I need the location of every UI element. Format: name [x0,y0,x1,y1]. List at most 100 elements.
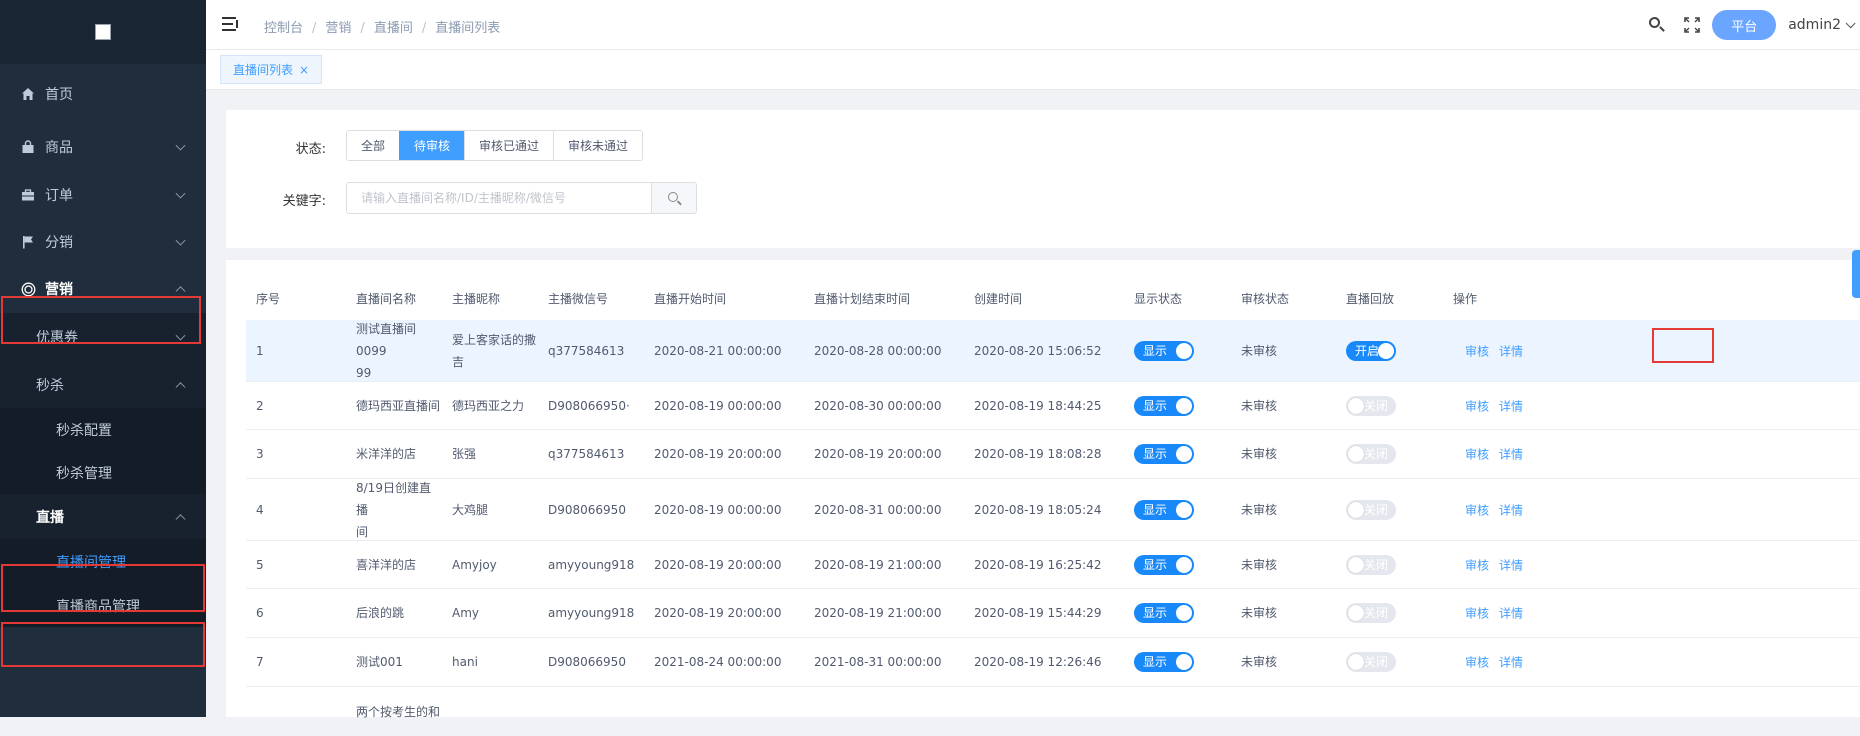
sidebar-item-seckill-manage[interactable]: 秒杀管理 [0,451,206,494]
column-header-actions: 操作 [1453,292,1478,306]
chevron-down-icon[interactable] [1845,17,1856,28]
search-button[interactable] [651,182,697,214]
replay-switch[interactable]: 关闭 [1346,499,1396,520]
switch-label: 显示 [1143,447,1168,461]
chevron-down-icon [175,188,186,199]
review-link[interactable]: 审核 [1465,654,1489,671]
breadcrumb-item[interactable]: 控制台 [264,21,303,36]
cell-index: 3 [256,447,264,461]
review-link[interactable]: 审核 [1465,446,1489,463]
table-header: 序号 直播间名称 主播昵称 主播微信号 直播开始时间 直播计划结束时间 创建时间 显示状态 审核… [246,270,1860,320]
replay-switch[interactable]: 关闭 [1346,603,1396,623]
sidebar-item-home[interactable]: 首页 [0,64,206,123]
chevron-down-icon [175,235,186,246]
status-option-all[interactable]: 全部 [347,131,400,160]
sidebar-item-live-goods-manage[interactable]: 直播商品管理 [0,584,206,627]
column-header-start: 直播开始时间 [654,292,727,306]
breadcrumb-item[interactable]: 营销 [325,21,351,36]
detail-link[interactable]: 详情 [1499,605,1523,622]
cell-name: 两个按考生的和 [356,704,441,719]
switch-knob [1176,605,1192,621]
review-link[interactable]: 审核 [1465,342,1489,359]
cell-wechat: D908066950· [548,398,630,413]
cell-name: 测试直播间 0099 99 [356,321,417,380]
switch-knob [1176,342,1192,359]
cell-index: 6 [256,606,264,620]
table-row: 7 测试001 hani D908066950 2021-08-24 00:00:00 2… [246,638,1860,687]
sidebar-item-label: 订单 [45,187,73,204]
review-link[interactable]: 审核 [1465,556,1489,573]
fullscreen-icon[interactable] [1684,17,1701,33]
bag-icon [20,139,36,155]
logo-area[interactable] [0,0,206,64]
table-body: 1 测试直播间 0099 99 爱上客家话的撒 吉 q377584613 2020-08… [246,320,1860,736]
table-row: 5 喜洋洋的店 Amyjoy amyyoung918 2020-08-19 20:00:… [246,541,1860,589]
review-link[interactable]: 审核 [1465,501,1489,518]
sidebar-item-label: 商品 [45,140,73,156]
chevron-down-icon [175,140,186,151]
table-row: 两个按考生的和 [246,687,1860,736]
detail-link[interactable]: 详情 [1499,446,1523,463]
user-name[interactable]: admin2 [1788,17,1841,33]
tabs-bar: 直播间列表 × [206,50,1860,90]
menu-toggle-icon[interactable] [222,17,240,33]
status-option-pending[interactable]: 待审核 [399,131,465,160]
column-header-index: 序号 [256,292,281,306]
detail-link[interactable]: 详情 [1499,556,1523,573]
sidebar-item-orders[interactable]: 订单 [0,171,206,218]
sidebar-item-live[interactable]: 直播 [0,494,206,539]
cell-review-status: 未审核 [1241,502,1278,517]
tab-live-room-list[interactable]: 直播间列表 × [220,55,323,84]
sidebar-item-label: 分销 [45,234,73,251]
replay-switch[interactable]: 关闭 [1346,395,1396,416]
review-link[interactable]: 审核 [1465,605,1489,622]
switch-knob [1176,556,1192,573]
replay-switch[interactable]: 关闭 [1346,554,1396,575]
show-status-switch[interactable]: 显示 [1134,395,1194,416]
sidebar-item-marketing[interactable]: 营销 [0,265,206,313]
column-header-end: 直播计划结束时间 [814,292,911,306]
sidebar-item-label: 直播间管理 [56,554,126,571]
show-status-switch[interactable]: 显示 [1134,554,1194,575]
cell-start: 2020-08-19 00:00:00 [654,502,782,517]
review-link[interactable]: 审核 [1465,397,1489,414]
switch-label: 关闭 [1364,398,1389,413]
detail-link[interactable]: 详情 [1499,501,1523,518]
chevron-up-icon [175,513,186,524]
show-status-switch[interactable]: 显示 [1134,652,1194,672]
table-row: 1 测试直播间 0099 99 爱上客家话的撒 吉 q377584613 2020-08… [246,320,1860,382]
replay-switch[interactable]: 开启 [1346,340,1396,361]
cell-end: 2020-08-28 00:00:00 [814,343,942,358]
detail-link[interactable]: 详情 [1499,654,1523,671]
replay-switch[interactable]: 关闭 [1346,444,1396,464]
show-status-switch[interactable]: 显示 [1134,340,1194,361]
status-option-rejected[interactable]: 审核未通过 [553,131,643,160]
table-row: 6 后浪的跳 Amy amyyoung918 2020-08-19 20:00:00 20… [246,589,1860,638]
status-option-approved[interactable]: 审核已通过 [464,131,554,160]
sidebar-item-live-room-manage[interactable]: 直播间管理 [0,539,206,584]
column-header-anchor: 主播昵称 [452,292,501,306]
search-icon[interactable] [1648,16,1666,34]
detail-link[interactable]: 详情 [1499,397,1523,414]
cell-wechat: D908066950 [548,502,626,517]
replay-switch[interactable]: 关闭 [1346,652,1396,672]
show-status-switch[interactable]: 显示 [1134,603,1194,623]
sidebar-item-distribution[interactable]: 分销 [0,218,206,265]
cell-start: 2020-08-21 00:00:00 [654,343,782,358]
sidebar-item-coupon[interactable]: 优惠券 [0,313,206,361]
side-drawer-handle[interactable] [1852,250,1860,298]
cell-index: 4 [256,502,264,517]
sidebar-item-goods[interactable]: 商品 [0,123,206,171]
platform-button[interactable]: 平台 [1712,10,1777,40]
show-status-switch[interactable]: 显示 [1134,444,1194,464]
broken-image-logo-icon [95,24,111,40]
sidebar-item-seckill-config[interactable]: 秒杀配置 [0,408,206,451]
sidebar-item-seckill[interactable]: 秒杀 [0,361,206,408]
show-status-switch[interactable]: 显示 [1134,499,1194,520]
close-icon[interactable]: × [299,63,309,77]
keyword-input[interactable] [346,182,651,214]
breadcrumb-item[interactable]: 直播间 [374,21,413,36]
detail-link[interactable]: 详情 [1499,342,1523,359]
column-header-wechat: 主播微信号 [548,292,609,306]
cell-created: 2020-08-19 15:44:29 [974,606,1102,620]
